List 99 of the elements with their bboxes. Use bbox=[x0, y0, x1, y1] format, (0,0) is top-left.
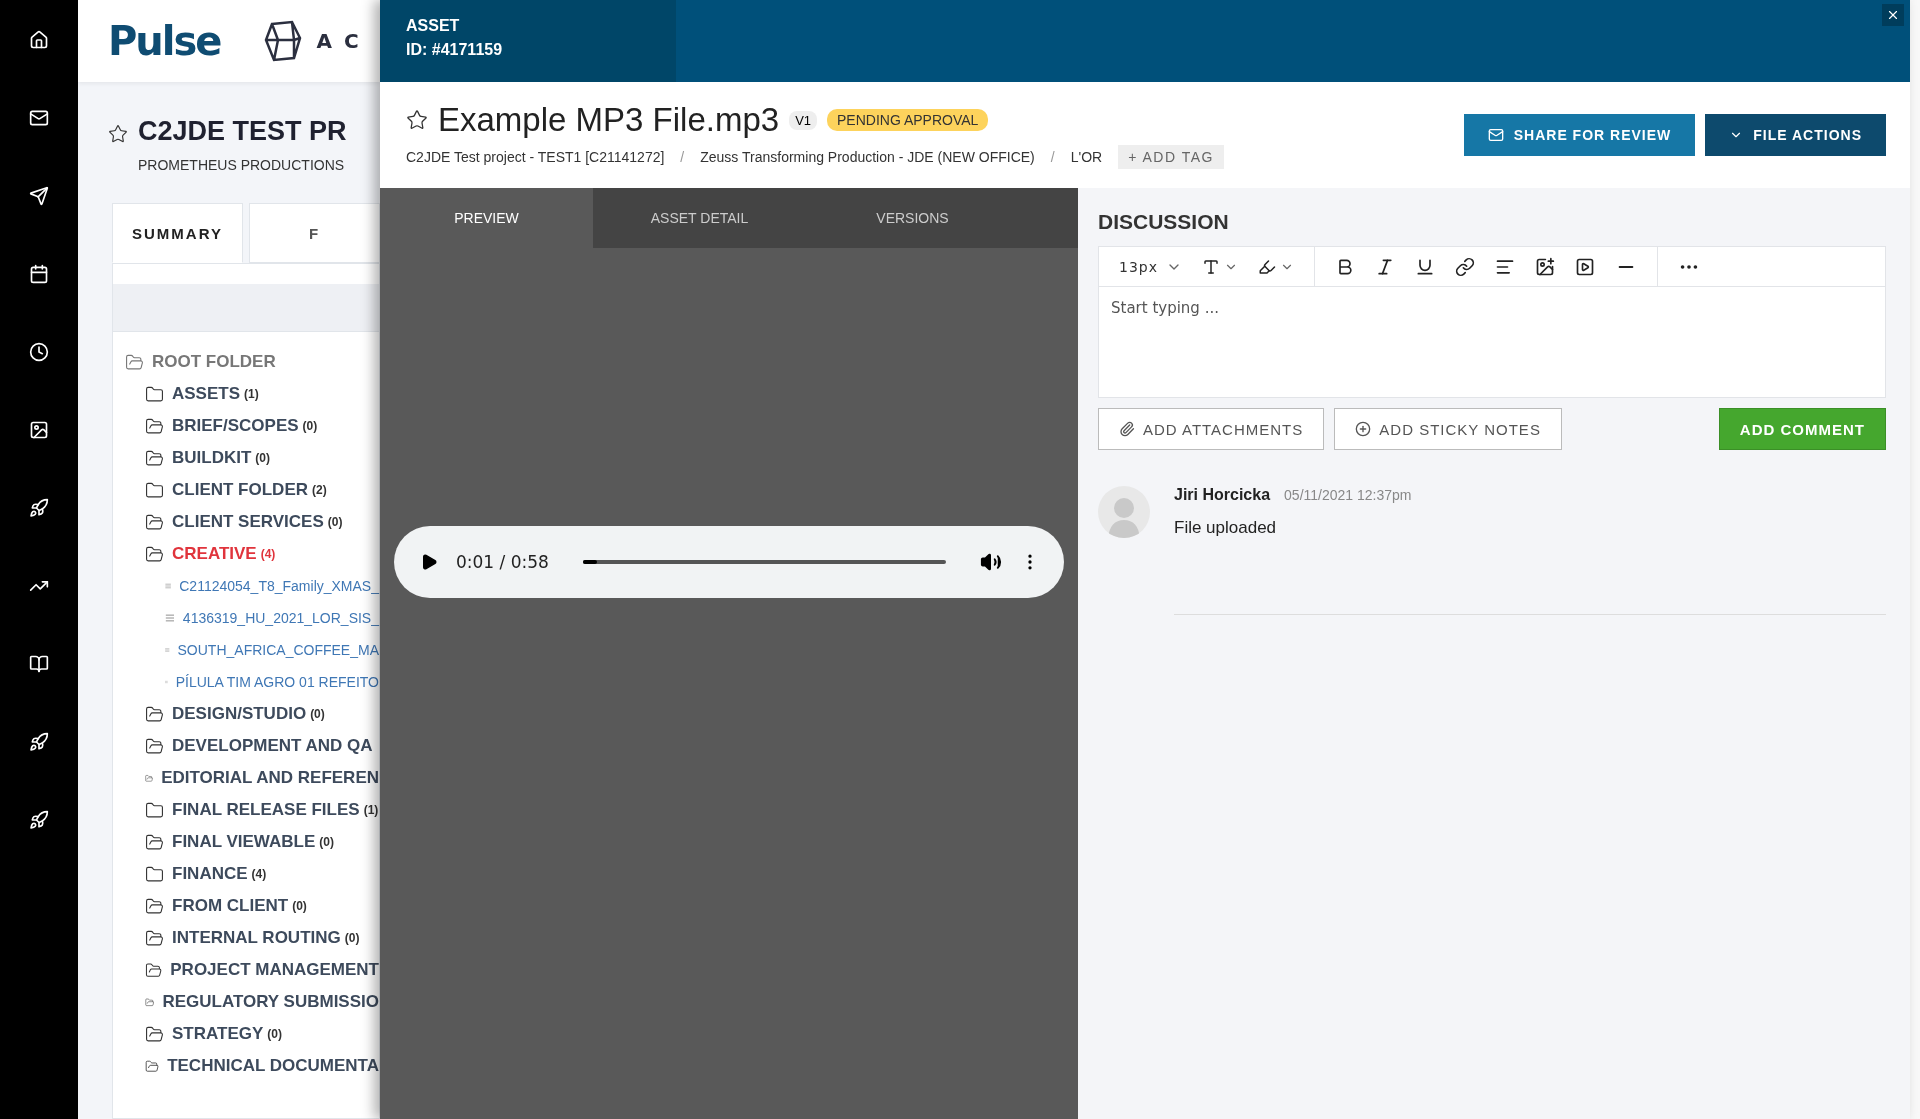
folder-name[interactable]: ROOT FOLDER bbox=[152, 352, 276, 372]
clock-icon[interactable] bbox=[29, 342, 49, 362]
asset-tab[interactable]: PREVIEW bbox=[380, 188, 593, 248]
version-badge: V1 bbox=[789, 110, 818, 130]
breadcrumb-link[interactable]: Zeuss Transforming Production - JDE (NEW OFFICE) bbox=[700, 149, 1035, 165]
image-icon[interactable] bbox=[29, 420, 49, 440]
folder-name[interactable]: REGULATORY SUBMISSIO bbox=[162, 992, 379, 1012]
folder-name[interactable]: DESIGN/STUDIO bbox=[172, 704, 307, 724]
file-name[interactable]: PÍLULA TIM AGRO 01 REFEITO bbox=[175, 674, 379, 690]
comment-text: File uploaded bbox=[1174, 518, 1278, 538]
paper-plane-icon[interactable] bbox=[29, 186, 49, 206]
asset-id: ID: #4171159 bbox=[406, 40, 504, 60]
mail-icon[interactable] bbox=[29, 108, 49, 128]
asset-label: ASSET bbox=[406, 16, 461, 36]
breadcrumb-separator: / bbox=[680, 149, 685, 165]
star-icon[interactable] bbox=[406, 109, 428, 131]
folder-name[interactable]: CREATIVE bbox=[172, 544, 257, 564]
breadcrumb-link[interactable]: L'OR bbox=[1070, 149, 1103, 165]
folder-name[interactable]: FROM CLIENT bbox=[172, 896, 289, 916]
folder-name[interactable]: TECHNICAL DOCUMENTA bbox=[167, 1056, 379, 1076]
partner-logo-text: AC bbox=[316, 29, 371, 53]
highlight-select[interactable] bbox=[1258, 257, 1294, 276]
polyhedron-logo-icon bbox=[264, 20, 303, 62]
folder-name[interactable]: BUILDKIT bbox=[172, 448, 252, 468]
book-icon[interactable] bbox=[29, 654, 49, 674]
folder-name[interactable]: STRATEGY bbox=[172, 1024, 264, 1044]
breadcrumb-link[interactable]: C2JDE Test project - TEST1 [C21141272] bbox=[406, 149, 665, 165]
highlighter-icon bbox=[1258, 257, 1276, 276]
asset-tab[interactable]: VERSIONS bbox=[806, 188, 1019, 248]
folder-count: (0) bbox=[267, 1027, 282, 1041]
folder-count: (1) bbox=[244, 387, 259, 401]
folder-count: (0) bbox=[292, 899, 307, 913]
folder-count: (0) bbox=[310, 707, 325, 721]
progress-track[interactable] bbox=[582, 560, 946, 564]
brand-logo: Pulse bbox=[108, 18, 221, 64]
play-icon[interactable] bbox=[420, 553, 438, 571]
mail-icon bbox=[1487, 127, 1504, 143]
rocket-icon[interactable] bbox=[29, 732, 49, 752]
folder-count: (4) bbox=[251, 867, 267, 881]
folder-name[interactable]: FINANCE bbox=[172, 864, 248, 884]
rocket-icon[interactable] bbox=[29, 498, 49, 518]
avatar-silhouette bbox=[1098, 486, 1150, 538]
folder-count: (0) bbox=[319, 835, 334, 849]
asset-tab[interactable]: ASSET DETAIL bbox=[593, 188, 806, 248]
folder-name[interactable]: DEVELOPMENT AND QA bbox=[172, 736, 373, 756]
close-button[interactable] bbox=[1882, 4, 1904, 26]
folder-count: (0) bbox=[255, 451, 270, 465]
folder-count: (4) bbox=[260, 547, 276, 561]
folder-count: (0) bbox=[302, 419, 318, 433]
add-attachments-button[interactable]: ADD ATTACHMENTS bbox=[1098, 408, 1325, 450]
file-icon bbox=[165, 611, 175, 625]
paperclip-icon bbox=[1119, 421, 1135, 437]
font-size-select[interactable]: 13px bbox=[1119, 258, 1182, 275]
link-icon[interactable] bbox=[1455, 256, 1475, 277]
open-folder-icon bbox=[125, 352, 144, 372]
status-badge: PENDING APPROVAL bbox=[827, 109, 989, 131]
file-name[interactable]: C21124054_T8_Family_XMAS_ bbox=[179, 578, 379, 594]
folder-count: (0) bbox=[327, 515, 343, 529]
image-icon[interactable] bbox=[1535, 256, 1555, 277]
comment-author: Jiri Horcicka bbox=[1174, 486, 1271, 504]
volume-icon[interactable] bbox=[980, 551, 1002, 573]
home-icon[interactable] bbox=[29, 30, 49, 50]
file-name[interactable]: 4136319_HU_2021_LOR_SIS_ bbox=[182, 610, 379, 626]
rocket-icon[interactable] bbox=[29, 810, 49, 830]
add-sticky-notes-button[interactable]: ADD STICKY NOTES bbox=[1334, 408, 1562, 450]
folder-name[interactable]: PROJECT MANAGEMENT bbox=[170, 960, 379, 980]
italic-icon[interactable] bbox=[1375, 256, 1395, 277]
project-tab[interactable]: SUMMARY bbox=[112, 203, 243, 263]
breadcrumb-separator: / bbox=[1050, 149, 1055, 165]
folder-name[interactable]: ASSETS bbox=[172, 384, 241, 404]
folder-count: (0) bbox=[344, 931, 360, 945]
comment-time: 05/11/2021 12:37pm bbox=[1284, 487, 1412, 503]
add-tag-button[interactable]: + ADD TAG bbox=[1118, 145, 1224, 169]
folder-name[interactable]: EDITORIAL AND REFEREN bbox=[161, 768, 379, 788]
video-icon[interactable] bbox=[1575, 256, 1595, 277]
comment-editor[interactable]: 13px Start typing ... bbox=[1098, 246, 1886, 398]
project-subtitle: PROMETHEUS PRODUCTIONS bbox=[138, 157, 346, 173]
time-readout: 0:01 / 0:58 bbox=[456, 552, 549, 572]
plus-circle-icon bbox=[1355, 421, 1372, 437]
folder-name[interactable]: CLIENT FOLDER bbox=[172, 480, 308, 500]
folder-count: (1) bbox=[363, 803, 379, 817]
folder-name[interactable]: FINAL VIEWABLE bbox=[172, 832, 316, 852]
share-button[interactable]: SHARE FOR REVIEW bbox=[1463, 114, 1696, 156]
folder-name[interactable]: CLIENT SERVICES bbox=[172, 512, 324, 532]
project-tab[interactable]: F bbox=[249, 203, 380, 263]
text-color-icon bbox=[1202, 257, 1220, 276]
folder-name[interactable]: FINAL RELEASE FILES bbox=[172, 800, 360, 820]
folder-name[interactable]: BRIEF/SCOPES bbox=[172, 416, 299, 436]
asset-title: Example MP3 File.mp3 bbox=[438, 101, 780, 139]
text-color-select[interactable] bbox=[1202, 257, 1238, 276]
folder-name[interactable]: INTERNAL ROUTING bbox=[172, 928, 341, 948]
file-name[interactable]: SOUTH_AFRICA_COFFEE_MA bbox=[177, 642, 379, 658]
calendar-icon[interactable] bbox=[29, 264, 49, 284]
close-icon bbox=[1886, 8, 1900, 22]
discussion-title: DISCUSSION bbox=[1098, 210, 1230, 234]
star-icon[interactable] bbox=[108, 124, 128, 144]
project-title: C2JDE TEST PR bbox=[138, 116, 347, 147]
file-actions-button[interactable]: FILE ACTIONS bbox=[1705, 114, 1886, 156]
folder-count: (2) bbox=[312, 483, 327, 497]
